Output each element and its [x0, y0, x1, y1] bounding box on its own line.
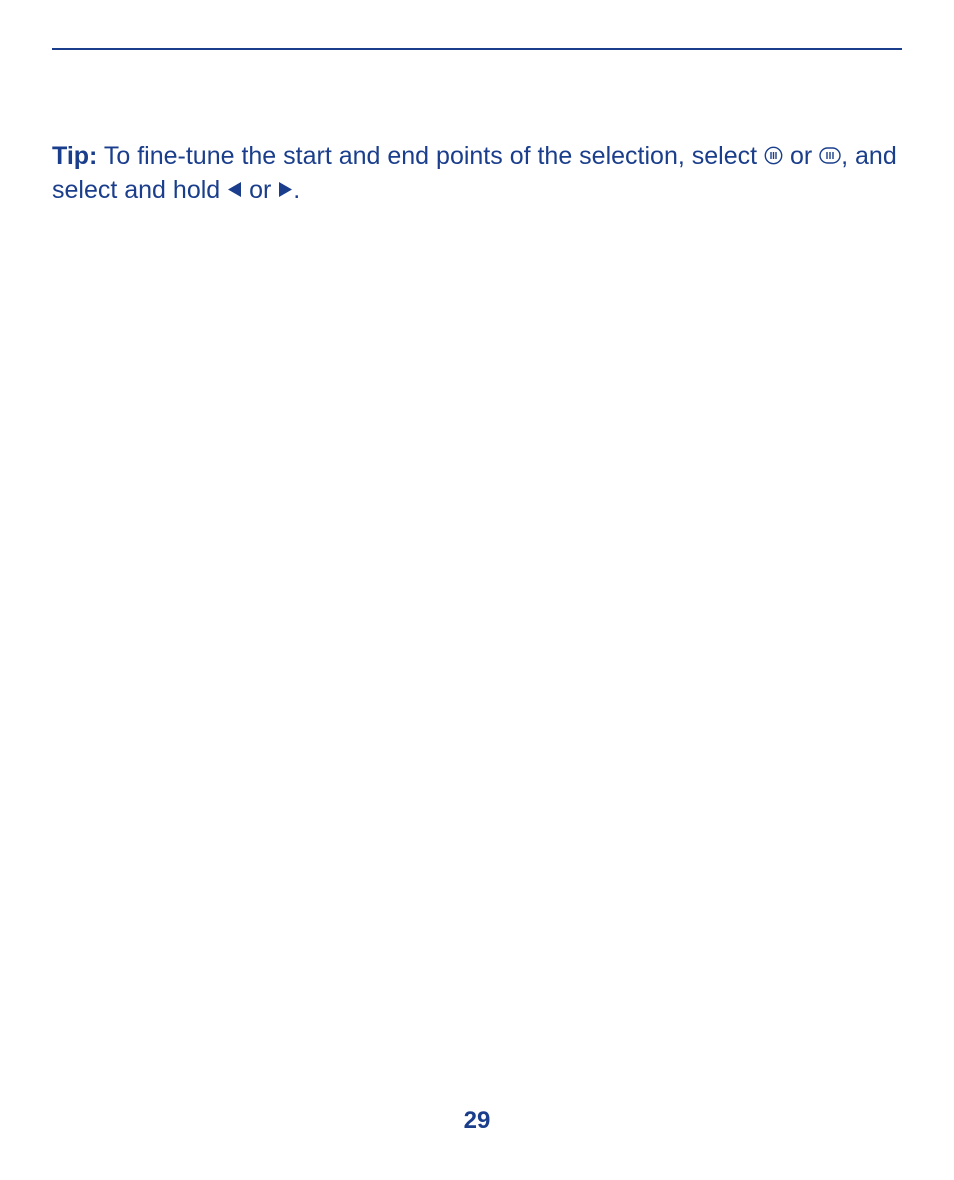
- tip-label: Tip:: [52, 142, 97, 170]
- page-container: Tip: To fine-tune the start and end poin…: [0, 0, 954, 1180]
- page-number: 29: [0, 1107, 954, 1135]
- right-arrow-icon: [278, 181, 293, 198]
- top-horizontal-rule: [52, 48, 902, 50]
- end-marker-icon: [819, 147, 841, 164]
- tip-text-part1: To fine-tune the start and end points of…: [97, 142, 764, 170]
- tip-text-or1: or: [783, 142, 819, 170]
- start-marker-icon: [764, 146, 783, 165]
- tip-text-or2: or: [242, 176, 278, 204]
- tip-paragraph: Tip: To fine-tune the start and end poin…: [52, 140, 902, 208]
- tip-text-end: .: [293, 176, 300, 204]
- left-arrow-icon: [227, 181, 242, 198]
